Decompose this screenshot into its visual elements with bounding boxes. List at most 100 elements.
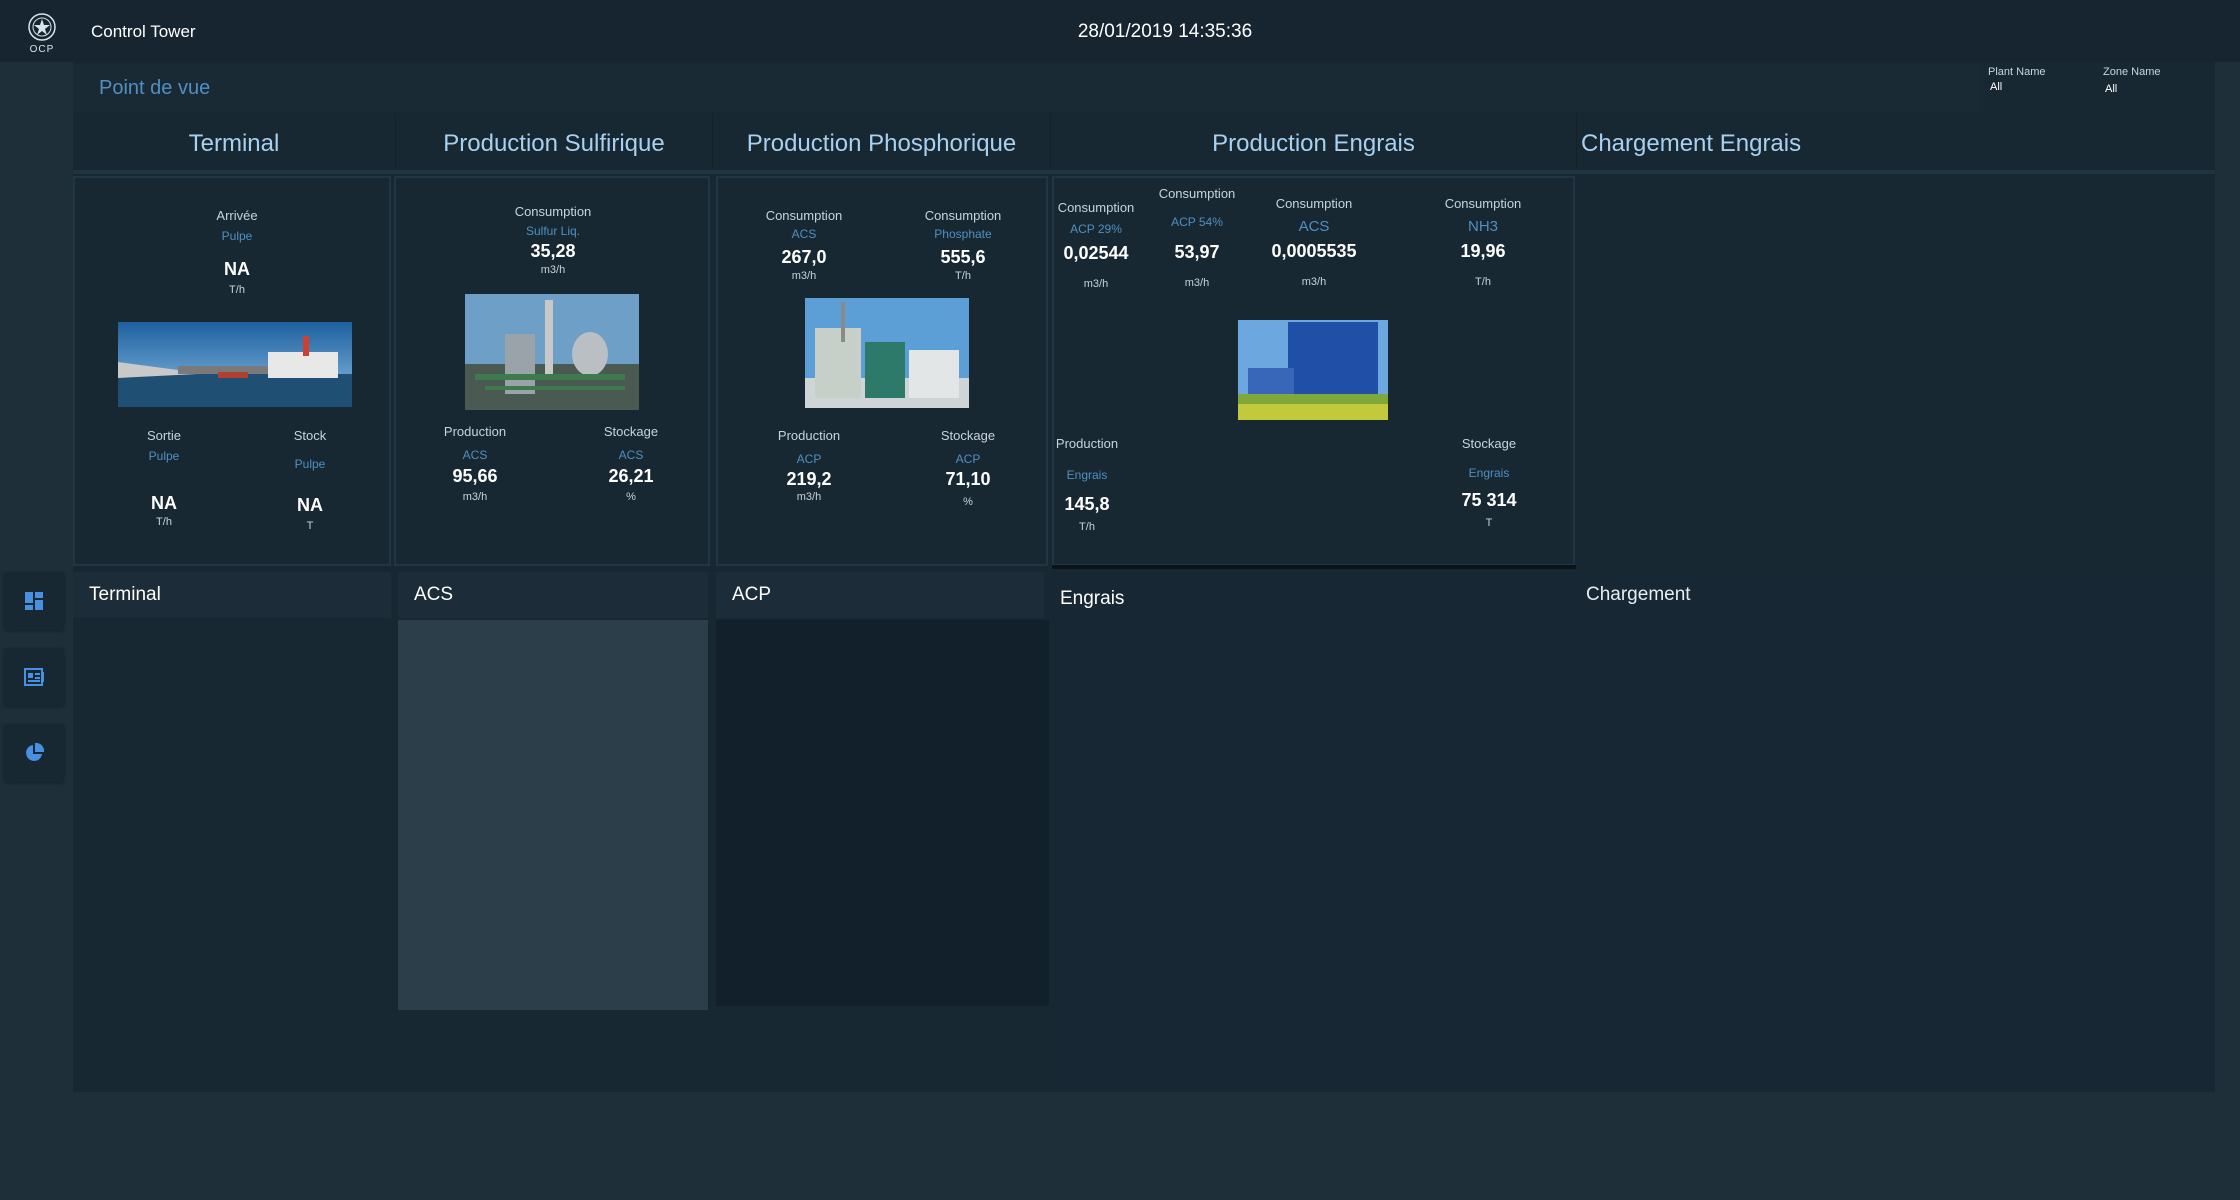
kpi-engrais-cons-acp54: Consumption ACP 54% 53,97 m3/h — [1137, 186, 1257, 289]
section-title: Terminal — [89, 584, 161, 605]
kpi-value: 95,66 — [452, 466, 498, 486]
column-title: Production Sulfirique — [443, 130, 665, 157]
kpi-unit: T/h — [229, 284, 245, 296]
kpi-unit: m3/h — [462, 491, 488, 503]
kpi-value: 26,21 — [608, 466, 654, 486]
column-header-engrais: Production Engrais — [1051, 114, 1577, 172]
kpi-sub: ACP 54% — [1171, 215, 1223, 229]
kpi-sub: Engrais — [1468, 466, 1510, 480]
column-title: Terminal — [188, 130, 280, 157]
ocp-logo: OCP — [24, 12, 60, 56]
kpi-label: Arrivée — [216, 208, 258, 223]
kpi-sub: ACS — [1298, 218, 1330, 235]
kpi-phosphorique-cons-acs: Consumption ACS 267,0 m3/h — [744, 208, 864, 282]
kpi-unit: % — [626, 491, 636, 503]
kpi-value: 145,8 — [1064, 494, 1110, 514]
kpi-sub: Engrais — [1066, 468, 1108, 482]
kpi-label: Consumption — [924, 208, 1002, 223]
section-body-terminal — [73, 620, 391, 1092]
header-divider — [73, 170, 2215, 174]
kpi-phosphorique-stockage: Stockage ACP 71,10 % — [908, 428, 1028, 508]
sulfurique-plant-image — [465, 294, 639, 410]
kpi-sub: Pulpe — [148, 449, 180, 463]
kpi-unit: T — [306, 520, 314, 532]
dashboard-icon — [25, 592, 43, 610]
kpi-value: 555,6 — [940, 247, 986, 267]
phosphorique-plant-image — [805, 298, 969, 408]
kpi-unit: m3/h — [1301, 276, 1327, 288]
ocp-emblem-icon — [28, 13, 56, 41]
kpi-value: 53,97 — [1174, 242, 1220, 262]
section-chargement: Chargement — [1578, 572, 2215, 1092]
kpi-unit: T — [1485, 517, 1493, 529]
kpi-value: NA — [151, 493, 177, 513]
kpi-label: Stockage — [1461, 436, 1517, 451]
kpi-sulfurique-stockage: Stockage ACS 26,21 % — [571, 424, 691, 503]
nav-dashboard-button[interactable] — [4, 572, 64, 630]
section-title: Engrais — [1060, 588, 1125, 609]
zone-name-select[interactable]: All — [2105, 83, 2205, 95]
kpi-engrais-cons-acs: Consumption ACS 0,0005535 m3/h — [1254, 196, 1374, 288]
kpi-unit: m3/h — [1184, 277, 1210, 289]
point-de-vue-bar — [73, 64, 1980, 112]
kpi-sulfurique-production: Production ACS 95,66 m3/h — [415, 424, 535, 503]
kpi-label: Consumption — [1275, 196, 1353, 211]
column-title: Chargement Engrais — [1581, 130, 1802, 157]
plant-name-select[interactable]: All — [1990, 81, 2090, 93]
section-body-acs — [398, 620, 708, 1010]
kpi-terminal-stock: Stock Pulpe NA T — [250, 428, 370, 532]
kpi-value: 71,10 — [945, 469, 991, 489]
section-header-acs: ACS — [398, 572, 708, 618]
kpi-sub: NH3 — [1467, 218, 1498, 235]
kpi-sub: ACP — [796, 452, 822, 466]
kpi-value: NA — [297, 495, 323, 515]
pie-chart-icon — [26, 742, 45, 761]
kpi-engrais-stockage: Stockage Engrais 75 314 T — [1429, 436, 1549, 529]
kpi-label: Consumption — [1444, 196, 1522, 211]
datetime-display: 28/01/2019 14:35:36 — [1077, 21, 1253, 42]
left-nav-rail — [0, 62, 72, 1200]
kpi-sub: ACS — [618, 448, 644, 462]
column-title: Production Phosphorique — [746, 130, 1017, 157]
kpi-sub: Pulpe — [294, 457, 326, 471]
column-header-sulfurique: Production Sulfirique — [396, 114, 713, 172]
chargement-card — [1578, 176, 2215, 566]
kpi-sub: ACS — [791, 227, 817, 241]
kpi-sub: Sulfur Liq. — [525, 224, 581, 238]
kpi-phosphorique-cons-phosphate: Consumption Phosphate 555,6 T/h — [903, 208, 1023, 282]
kpi-label: Consumption — [514, 204, 592, 219]
app-title: Control Tower — [91, 22, 196, 41]
kpi-value: 19,96 — [1460, 241, 1506, 261]
section-header-terminal: Terminal — [73, 572, 391, 618]
kpi-label: Consumption — [1158, 186, 1236, 201]
kpi-label: Stockage — [603, 424, 659, 439]
kpi-label: Stockage — [940, 428, 996, 443]
kpi-unit: T/h — [1475, 276, 1491, 288]
kpi-unit: m3/h — [540, 264, 566, 276]
kpi-label: Stock — [293, 428, 327, 443]
kpi-terminal-sortie: Sortie Pulpe NA T/h — [104, 428, 224, 528]
kpi-sub: Phosphate — [934, 227, 992, 241]
kpi-engrais-production: Production Engrais 145,8 T/h — [1027, 436, 1147, 533]
kpi-unit: m3/h — [796, 491, 822, 503]
kpi-value: NA — [224, 259, 250, 279]
kpi-phosphorique-production: Production ACP 219,2 m3/h — [749, 428, 869, 503]
kpi-engrais-cons-nh3: Consumption NH3 19,96 T/h — [1423, 196, 1543, 288]
section-title: ACP — [732, 584, 772, 605]
section-title: ACS — [414, 584, 454, 605]
point-de-vue-title: Point de vue — [99, 77, 211, 99]
zone-name-label: Zone Name — [2103, 66, 2161, 78]
kpi-unit: m3/h — [791, 270, 817, 282]
kpi-sub: ACS — [462, 448, 488, 462]
column-title: Production Engrais — [1212, 130, 1415, 157]
kpi-value: 267,0 — [781, 247, 827, 267]
kpi-label: Consumption — [765, 208, 843, 223]
logo-text: OCP — [29, 44, 55, 55]
engrais-divider — [1052, 565, 1576, 569]
kpi-value: 75 314 — [1461, 490, 1517, 510]
report-icon — [24, 668, 44, 686]
column-header-chargement: Chargement Engrais — [1577, 114, 2215, 172]
nav-charts-button[interactable] — [4, 724, 64, 782]
kpi-unit: % — [963, 496, 973, 508]
nav-report-button[interactable] — [4, 648, 64, 706]
